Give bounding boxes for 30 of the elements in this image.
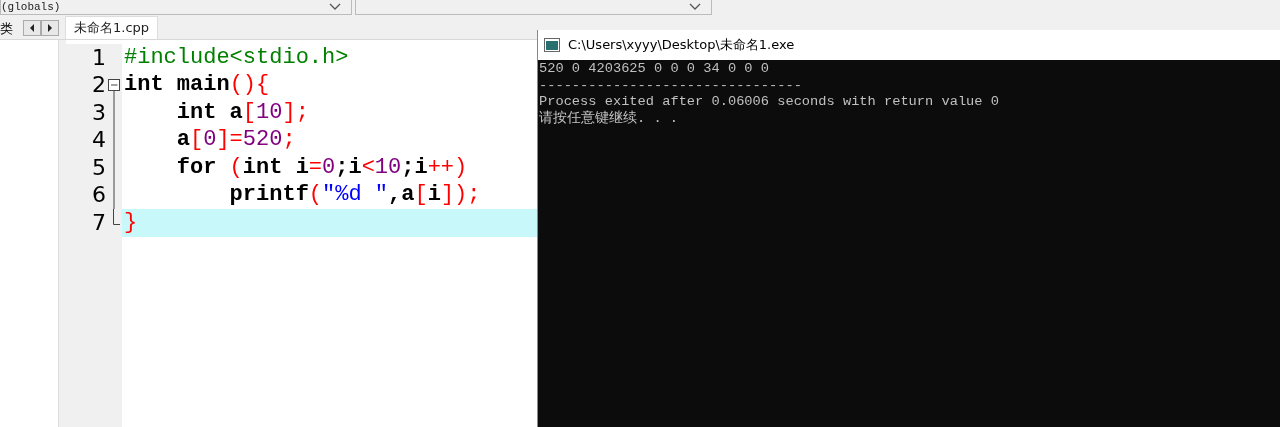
code-line: } — [124, 209, 138, 236]
console-output-line: -------------------------------- — [538, 77, 803, 94]
code-line: int main(){ — [124, 72, 270, 99]
code-line: #include<stdio.h> — [124, 44, 349, 71]
arrow-left-icon — [29, 23, 35, 32]
class-tab[interactable]: 类 — [0, 19, 14, 39]
line-number: 5 — [92, 154, 106, 181]
chevron-down-icon — [689, 3, 701, 11]
arrow-right-icon — [47, 23, 53, 32]
console-app-icon — [544, 38, 560, 52]
console-output-line: 520 0 4203625 0 0 0 34 0 0 0 — [538, 61, 770, 78]
line-number: 3 — [92, 99, 106, 126]
scroll-left-button[interactable] — [23, 19, 41, 36]
code-line: printf("%d ",a[i]); — [228, 182, 481, 209]
file-tab[interactable]: 未命名1.cpp — [65, 16, 159, 39]
code-line: for (int i=0;i<10;i++) — [175, 154, 468, 181]
chevron-down-icon — [329, 3, 341, 11]
scope-dropdown[interactable]: (globals) — [0, 0, 352, 15]
window-title: C:\Users\xyyy\Desktop\未命名1.exe — [568, 36, 795, 54]
code-line: int a[10]; — [175, 99, 309, 126]
fold-end-line — [113, 209, 120, 225]
scroll-right-button[interactable] — [41, 19, 59, 36]
line-number: 7 — [92, 209, 106, 236]
line-number: 4 — [92, 127, 106, 154]
line-number: 1 — [92, 44, 106, 71]
code-line: a[0]=520; — [175, 127, 296, 154]
line-number: 6 — [92, 182, 106, 209]
console-output-line: 请按任意键继续. . . — [538, 110, 680, 127]
line-number: 2 — [92, 72, 106, 99]
console-output-line: Process exited after 0.06006 seconds with return value 0 — [538, 94, 1000, 110]
